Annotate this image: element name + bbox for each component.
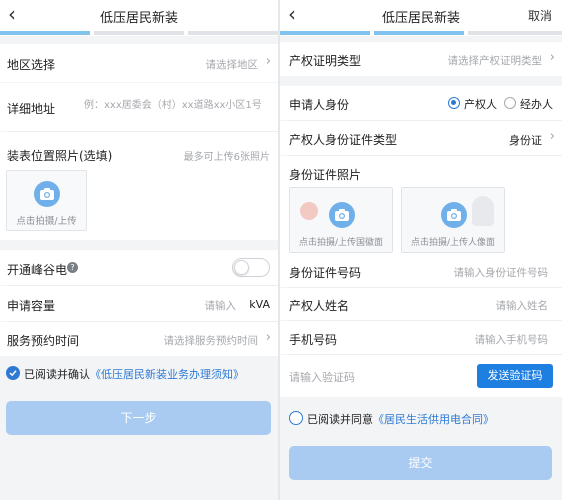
appointment-placeholder: 请选择服务预约时间 <box>163 335 259 347</box>
send-code-button[interactable]: 发送验证码 <box>477 364 553 388</box>
progress-step-3 <box>468 31 562 35</box>
chevron-right-icon: › <box>549 129 555 144</box>
phone-label: 手机号码 <box>289 333 338 347</box>
address-row[interactable]: 详细地址 例：xxx居委会（村）xx道路xx小区1号 <box>0 83 278 131</box>
phone-row[interactable]: 手机号码 请输入手机号码 <box>280 321 562 354</box>
cert-type-row[interactable]: 产权证明类型 请选择产权证明类型 › <box>280 42 562 76</box>
upload-text: 点击拍摄/上传 <box>16 216 77 227</box>
left-screen: ‹ 低压居民新装 地区选择 请选择地区 › 详细地址 例：xxx居委会（村）xx… <box>0 0 278 500</box>
nav-bar: ‹ 低压居民新装 <box>0 0 278 30</box>
id-number-label: 身份证件号码 <box>289 266 362 280</box>
agreement-checkbox[interactable] <box>6 366 20 380</box>
nav-bar: ‹ 低压居民新装 取消 <box>280 0 562 30</box>
emblem-icon <box>300 202 318 220</box>
progress-step-2 <box>94 31 184 35</box>
chevron-right-icon: › <box>549 50 555 65</box>
id-number-row[interactable]: 身份证件号码 请输入身份证件号码 <box>280 254 562 287</box>
radio-owner-label[interactable]: 产权人 <box>464 96 497 112</box>
agreement-prefix: 已阅读并同意 <box>307 413 373 426</box>
help-icon[interactable]: ? <box>67 262 78 273</box>
right-screen: ‹ 低压居民新装 取消 产权证明类型 请选择产权证明类型 › 申请人身份 产权人… <box>280 0 562 500</box>
next-button[interactable]: 下一步 <box>6 401 271 435</box>
identity-row: 申请人身份 产权人 经办人 <box>280 86 562 120</box>
photo-label: 装表位置照片(选填) <box>7 149 113 163</box>
page-title: 低压居民新装 <box>381 11 460 26</box>
appointment-row[interactable]: 服务预约时间 请选择服务预约时间 › <box>0 322 278 356</box>
verify-code-input[interactable]: 请输入验证码 <box>289 369 355 385</box>
phone-input[interactable]: 请输入手机号码 <box>475 332 549 347</box>
camera-icon <box>329 202 355 228</box>
photo-upload-tile[interactable]: 点击拍摄/上传 <box>6 170 87 231</box>
id-front-text: 点击拍摄/上传国徽面 <box>298 238 384 248</box>
peak-valley-label: 开通峰谷电 <box>7 263 68 277</box>
progress-step-1 <box>280 31 370 35</box>
region-placeholder: 请选择地区 <box>205 59 259 71</box>
address-label: 详细地址 <box>7 102 56 116</box>
page-title: 低压居民新装 <box>99 11 178 26</box>
identity-label: 申请人身份 <box>289 98 350 112</box>
agreement-prefix: 已阅读并确认 <box>24 368 90 381</box>
address-input[interactable]: 例：xxx居委会（村）xx道路xx小区1号 <box>84 96 262 111</box>
appointment-label: 服务预约时间 <box>7 334 80 348</box>
agreement-text: 已阅读并同意《居民生活供用电合同》 <box>307 411 494 427</box>
photo-hint: 最多可上传6张照片 <box>183 152 270 163</box>
id-type-row[interactable]: 产权人身份证件类型 身份证 › <box>280 121 562 155</box>
capacity-input[interactable]: 请输入 <box>205 298 237 313</box>
agreement-link[interactable]: 《居民生活供用电合同》 <box>373 413 494 426</box>
step-progress <box>0 30 278 36</box>
id-number-input[interactable]: 请输入身份证件号码 <box>454 265 549 280</box>
id-type-value: 身份证 <box>509 134 542 147</box>
id-type-label: 产权人身份证件类型 <box>289 133 398 147</box>
chevron-right-icon: › <box>265 54 271 69</box>
photo-section: 装表位置照片(选填) 最多可上传6张照片 点击拍摄/上传 <box>0 132 278 240</box>
region-row[interactable]: 地区选择 请选择地区 › <box>0 44 278 82</box>
radio-owner[interactable] <box>448 97 460 109</box>
chevron-right-icon: › <box>265 330 271 345</box>
peak-valley-row: 开通峰谷电 ? <box>0 250 278 285</box>
person-icon <box>472 196 494 226</box>
owner-name-label: 产权人姓名 <box>289 299 350 313</box>
id-photo-section: 身份证件照片 点击拍摄/上传国徽面 点击拍摄/上传人像面 <box>280 156 562 254</box>
verify-code-row: 请输入验证码 发送验证码 <box>280 355 562 397</box>
capacity-label: 申请容量 <box>7 299 56 313</box>
agreement-text: 已阅读并确认《低压居民新装业务办理须知》 <box>24 366 244 382</box>
id-back-text: 点击拍摄/上传人像面 <box>410 238 496 248</box>
toggle-knob <box>234 260 249 275</box>
progress-step-1 <box>0 31 90 35</box>
submit-button[interactable]: 提交 <box>289 446 552 480</box>
agreement-checkbox[interactable] <box>289 411 303 425</box>
owner-name-row[interactable]: 产权人姓名 请输入姓名 <box>280 288 562 320</box>
cancel-button[interactable]: 取消 <box>528 7 552 24</box>
progress-step-2 <box>374 31 464 35</box>
capacity-unit: kVA <box>249 298 270 311</box>
region-label: 地区选择 <box>7 58 56 72</box>
step-progress <box>280 30 562 36</box>
camera-icon <box>34 181 60 207</box>
id-photo-label: 身份证件照片 <box>289 168 362 182</box>
agreement-link[interactable]: 《低压居民新装业务办理须知》 <box>90 368 244 381</box>
peak-valley-toggle[interactable] <box>232 258 270 277</box>
id-back-upload[interactable]: 点击拍摄/上传人像面 <box>401 187 505 253</box>
cert-type-label: 产权证明类型 <box>289 54 362 68</box>
camera-icon <box>441 202 467 228</box>
capacity-row[interactable]: 申请容量 请输入 kVA <box>0 286 278 321</box>
radio-agent-label[interactable]: 经办人 <box>520 96 553 112</box>
progress-step-3 <box>188 31 278 35</box>
owner-name-input[interactable]: 请输入姓名 <box>496 298 549 313</box>
radio-agent[interactable] <box>504 97 516 109</box>
id-front-upload[interactable]: 点击拍摄/上传国徽面 <box>289 187 393 253</box>
cert-type-placeholder: 请选择产权证明类型 <box>447 55 543 67</box>
